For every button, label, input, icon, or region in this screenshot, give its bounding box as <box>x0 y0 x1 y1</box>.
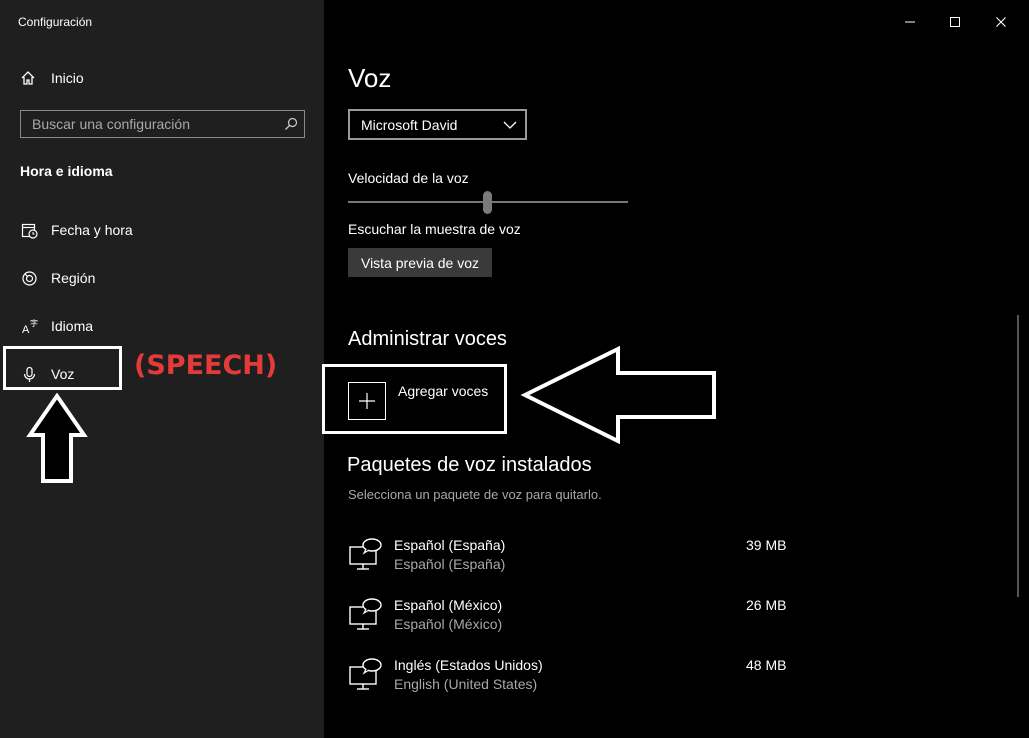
voice-pack-size: 26 MB <box>746 597 787 613</box>
nav-home-label: Inicio <box>51 70 84 86</box>
calendar-clock-icon <box>20 221 38 239</box>
voice-select-value: Microsoft David <box>361 116 458 133</box>
search-placeholder: Buscar una configuración <box>32 116 190 132</box>
sidebar-item-idioma[interactable]: A字 Idioma <box>20 316 94 336</box>
voice-pack-item[interactable]: Español (México) Español (México) 26 MB <box>348 597 808 642</box>
manage-voices-title: Administrar voces <box>348 328 507 350</box>
chevron-down-icon <box>503 121 517 129</box>
sample-label: Escuchar la muestra de voz <box>348 221 521 237</box>
voice-pack-subname: English (United States) <box>394 676 538 692</box>
language-icon: A字 <box>20 317 38 335</box>
maximize-button[interactable] <box>943 10 967 34</box>
svg-text:字: 字 <box>30 318 38 328</box>
speech-annotation: (SPEECH) <box>134 350 278 381</box>
arrow-left-icon <box>520 346 716 444</box>
search-input[interactable]: Buscar una configuración <box>20 110 305 138</box>
home-icon <box>21 71 35 85</box>
minimize-button[interactable] <box>898 10 922 34</box>
sidebar-item-fecha-hora[interactable]: Fecha y hora <box>20 220 133 240</box>
close-icon <box>996 17 1006 27</box>
add-voices-label[interactable]: Agregar voces <box>398 383 488 399</box>
voz-highlight-box <box>3 346 122 390</box>
voice-pack-icon <box>349 598 382 630</box>
sidebar-item-label: Idioma <box>51 318 94 334</box>
page-title: Voz <box>348 63 392 93</box>
installed-packs-title: Paquetes de voz instalados <box>347 454 592 476</box>
voice-pack-size: 48 MB <box>746 657 787 673</box>
search-icon <box>284 117 298 131</box>
plus-icon <box>359 393 375 409</box>
svg-text:A: A <box>22 324 30 335</box>
voice-pack-subname: Español (España) <box>394 556 506 572</box>
voice-pack-name: Español (México) <box>394 597 503 613</box>
preview-voice-button[interactable]: Vista previa de voz <box>348 248 492 277</box>
nav-home[interactable]: Inicio <box>20 68 84 88</box>
sidebar-item-label: Región <box>51 270 96 286</box>
speed-label: Velocidad de la voz <box>348 170 469 186</box>
sidebar: Configuración Inicio Buscar una configur… <box>0 0 324 738</box>
sidebar-item-region[interactable]: Región <box>20 268 95 288</box>
scrollbar[interactable] <box>1017 315 1019 597</box>
voice-pack-name: Español (España) <box>394 537 506 553</box>
voice-select[interactable]: Microsoft David <box>348 109 527 140</box>
voice-pack-item[interactable]: Inglés (Estados Unidos) English (United … <box>348 657 808 702</box>
voice-pack-icon <box>349 538 382 570</box>
speed-slider-thumb[interactable] <box>483 191 492 214</box>
sidebar-item-label: Fecha y hora <box>51 222 133 238</box>
section-title: Hora e idioma <box>20 163 113 179</box>
installed-packs-subtitle: Selecciona un paquete de voz para quitar… <box>348 487 602 502</box>
maximize-icon <box>950 17 960 27</box>
voice-pack-name: Inglés (Estados Unidos) <box>394 657 543 673</box>
window-title: Configuración <box>18 15 93 29</box>
arrow-up-icon <box>26 393 88 483</box>
voice-pack-size: 39 MB <box>746 537 787 553</box>
voice-pack-item[interactable]: Español (España) Español (España) 39 MB <box>348 537 808 582</box>
voice-pack-subname: Español (México) <box>394 616 503 632</box>
globe-icon <box>20 269 38 287</box>
voice-pack-icon <box>349 658 382 690</box>
minimize-icon <box>905 21 915 23</box>
close-button[interactable] <box>989 10 1013 34</box>
add-voices-button[interactable] <box>348 382 386 420</box>
